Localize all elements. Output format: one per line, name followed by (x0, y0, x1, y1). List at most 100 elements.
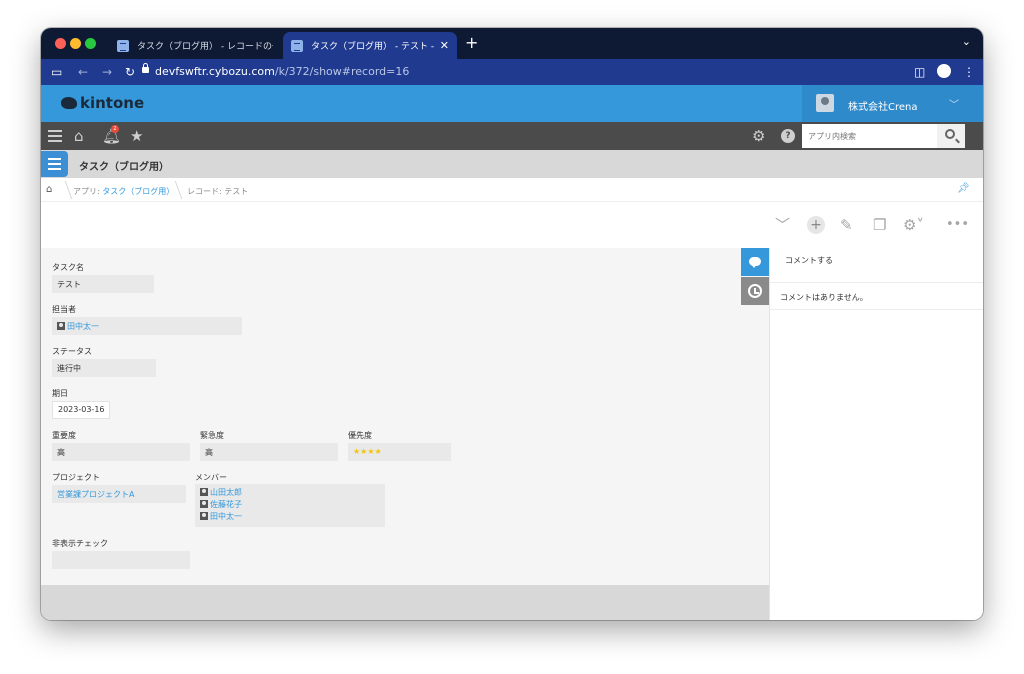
search-icon (945, 129, 955, 139)
company-menu[interactable]: 株式会社Crena ﹀ (802, 85, 983, 122)
app-search-input[interactable] (802, 124, 937, 148)
minimize-window-button[interactable] (70, 38, 81, 49)
browser-tab-title: タスク（ブログ用） - レコードの一覧 (137, 42, 273, 52)
chevron-down-icon[interactable]: ﹀ (775, 216, 790, 234)
comments-tab[interactable] (741, 248, 769, 276)
kintone-toolbar: ⌂ 🔔︎ 2 ★ ⚙ ? (41, 122, 983, 150)
kintone-cat-logo-icon (61, 97, 77, 109)
forward-arrow-icon[interactable]: → (102, 64, 112, 80)
member-user-link[interactable]: 山田太郎 (210, 488, 242, 497)
new-tab-button[interactable]: + (465, 34, 478, 52)
app-name[interactable]: タスク（ブログ用） (79, 158, 169, 173)
reload-icon[interactable]: ↻ (125, 64, 135, 80)
project-link[interactable]: 営業課プロジェクトA (57, 490, 134, 499)
back-arrow-icon[interactable]: ← (78, 64, 88, 80)
hamburger-menu-icon[interactable] (48, 130, 62, 142)
project-value: 営業課プロジェクトA (52, 485, 186, 503)
home-icon[interactable]: ⌂ (74, 127, 84, 145)
user-icon (200, 500, 208, 508)
breadcrumb-record: レコード: テスト (187, 187, 249, 196)
assignee-label: 担当者 (52, 305, 76, 314)
priority-value: ★★★★ (348, 443, 451, 461)
member-item: 佐藤花子 (200, 499, 380, 511)
breadcrumb: ⌂ アプリ: タスク（ブログ用） レコード: テスト 📌︎ (41, 178, 983, 202)
importance-label: 重要度 (52, 431, 76, 440)
breadcrumb-app-prefix: アプリ: (73, 187, 103, 196)
record-footer (41, 585, 769, 620)
comment-input[interactable]: コメントする (770, 248, 983, 283)
url-path: /k/372/show#record=16 (274, 65, 410, 78)
history-tab[interactable] (741, 277, 769, 305)
browser-tab-record-list[interactable]: タスク（ブログ用） - レコードの一覧 (109, 32, 281, 59)
kintone-header: kintone 株式会社Crena ﹀ (41, 85, 983, 122)
kintone-app-favicon-icon (117, 39, 129, 52)
chevron-down-icon: ﹀ (949, 100, 959, 111)
no-comments-text: コメントはありません。 (770, 283, 983, 310)
record-list-icon[interactable] (41, 151, 68, 177)
project-label: プロジェクト (52, 473, 100, 482)
kintone-app-favicon-icon (291, 39, 303, 52)
edit-record-icon[interactable]: ✎ (840, 216, 853, 234)
member-item: 山田太郎 (200, 487, 380, 499)
breadcrumb-home-icon[interactable]: ⌂ (46, 184, 52, 195)
members-value: 山田太郎 佐藤花子 田中太一 (195, 484, 385, 527)
favorites-star-icon[interactable]: ★ (130, 127, 143, 145)
user-icon (200, 512, 208, 520)
profile-avatar-icon[interactable] (937, 64, 951, 78)
breadcrumb-app: アプリ: タスク（ブログ用） (73, 186, 174, 197)
members-label: メンバー (195, 473, 227, 482)
history-clock-icon (748, 284, 762, 298)
task-name-value: テスト (52, 275, 154, 293)
reading-mode-icon[interactable]: ◫ (914, 64, 925, 80)
member-user-link[interactable]: 田中太一 (210, 512, 242, 521)
urgency-value: 高 (200, 443, 338, 461)
task-name-label: タスク名 (52, 263, 84, 272)
side-panel-tabs (741, 248, 769, 306)
hidden-check-label: 非表示チェック (52, 539, 108, 548)
app-title-bar: タスク（ブログ用） (41, 150, 983, 178)
record-settings-gear-icon[interactable]: ⚙˅ (903, 216, 924, 234)
more-options-icon[interactable]: ••• (946, 216, 969, 234)
company-name: 株式会社Crena (848, 102, 918, 113)
record-action-bar: ﹀ + ✎ ❐ ⚙˅ ••• (41, 202, 983, 248)
tab-search-chevron-icon[interactable]: ⌄ (962, 35, 971, 48)
user-avatar-icon (816, 94, 834, 112)
settings-gear-icon[interactable]: ⚙ (752, 127, 765, 145)
close-window-button[interactable] (55, 38, 66, 49)
more-menu-icon[interactable]: ⋮ (963, 64, 975, 80)
browser-tab-title: タスク（ブログ用） - テスト - レコードの詳細 (311, 42, 436, 52)
breadcrumb-app-link[interactable]: タスク（ブログ用） (102, 187, 174, 196)
browser-window: タスク（ブログ用） - レコードの一覧 タスク（ブログ用） - テスト - レコ… (41, 28, 983, 620)
help-icon[interactable]: ? (781, 129, 795, 143)
status-label: ステータス (52, 347, 92, 356)
zoom-window-button[interactable] (85, 38, 96, 49)
comment-panel: コメントする コメントはありません。 (769, 248, 983, 620)
comment-bubble-icon (749, 257, 761, 268)
lock-icon[interactable] (142, 63, 149, 73)
user-icon (200, 488, 208, 496)
member-user-link[interactable]: 佐藤花子 (210, 500, 242, 509)
address-bar: ▭ ← → ↻ devfswftr.cybozu.com/k/372/show#… (41, 59, 983, 85)
add-record-button[interactable]: + (807, 216, 825, 234)
record-detail-area (41, 248, 769, 585)
close-tab-icon[interactable]: ✕ (440, 39, 449, 52)
pin-icon[interactable]: 📌︎ (957, 183, 970, 194)
member-item: 田中太一 (200, 511, 380, 523)
assignee-value: 田中太一 (52, 317, 242, 335)
kintone-logo[interactable]: kintone (61, 94, 144, 112)
logo-text: kintone (80, 94, 145, 112)
duplicate-record-icon[interactable]: ❐ (873, 216, 886, 234)
importance-value: 高 (52, 443, 190, 461)
url-field[interactable]: devfswftr.cybozu.com/k/372/show#record=1… (155, 65, 409, 78)
assignee-user-link[interactable]: 田中太一 (67, 322, 99, 331)
user-icon (57, 322, 65, 330)
search-button[interactable] (937, 124, 965, 148)
breadcrumb-separator (55, 181, 73, 199)
sidebar-toggle-icon[interactable]: ▭ (51, 64, 62, 80)
due-date-label: 期日 (52, 389, 68, 398)
status-value: 進行中 (52, 359, 156, 377)
browser-tab-record-detail[interactable]: タスク（ブログ用） - テスト - レコードの詳細 ✕ (283, 32, 457, 59)
urgency-label: 緊急度 (200, 431, 224, 440)
due-date-value: 2023-03-16 (52, 401, 110, 419)
hidden-check-value (52, 551, 190, 569)
